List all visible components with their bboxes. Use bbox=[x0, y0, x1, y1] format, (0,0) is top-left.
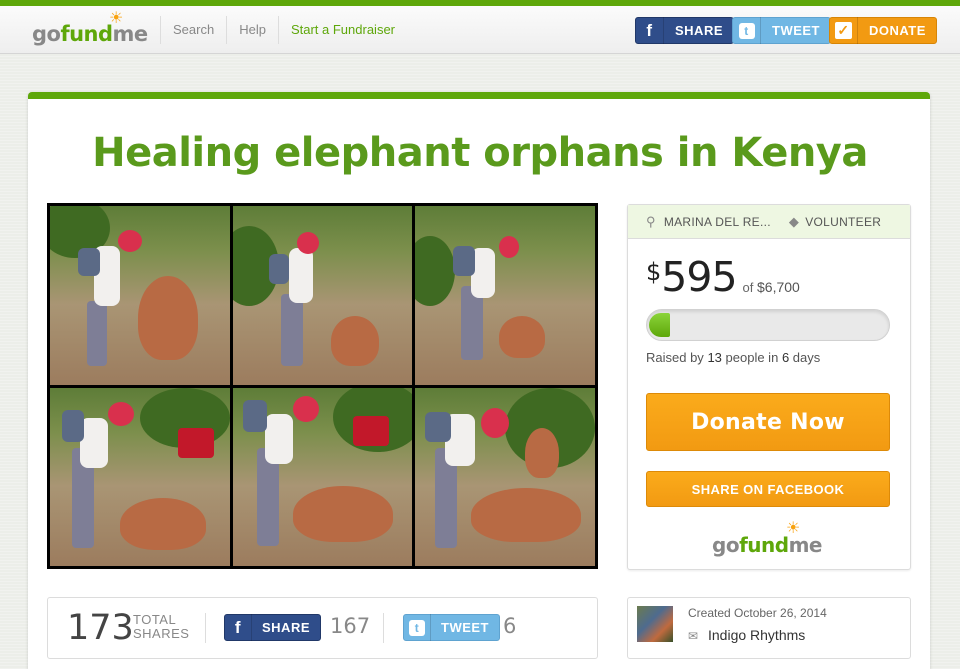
total-shares-label: TOTAL SHARES bbox=[133, 612, 190, 641]
avatar[interactable] bbox=[637, 606, 673, 642]
divider bbox=[383, 613, 384, 643]
location-pin-icon: ⚲ bbox=[646, 213, 656, 229]
donate-now-button[interactable]: Donate Now bbox=[646, 393, 890, 451]
facebook-share-count: 167 bbox=[330, 614, 371, 638]
progress-bar bbox=[646, 309, 890, 341]
tweet-count: 6 bbox=[503, 614, 517, 638]
campaign-photo-collage[interactable] bbox=[47, 203, 598, 569]
nav-start-fundraiser-link[interactable]: Start a Fundraiser bbox=[277, 16, 407, 44]
facebook-icon: f bbox=[225, 614, 252, 641]
campaign-meta-bar: ⚲ MARINA DEL RE... ◆ VOLUNTEER bbox=[628, 205, 910, 239]
campaign-location[interactable]: MARINA DEL RE... bbox=[664, 215, 771, 229]
gofundme-logo[interactable]: gofundme ☀ bbox=[32, 10, 148, 47]
amount-raised: $ 595 of $6,700 bbox=[646, 255, 800, 299]
checkmark-icon: ✓ bbox=[830, 17, 858, 44]
photo-cell bbox=[415, 387, 595, 566]
twitter-icon: t bbox=[404, 614, 431, 641]
created-date: Created October 26, 2014 bbox=[688, 606, 827, 620]
progress-fill bbox=[649, 313, 670, 337]
photo-cell bbox=[232, 206, 413, 385]
goal-text: of $6,700 bbox=[742, 279, 800, 295]
header-tweet-button[interactable]: t TWEET bbox=[732, 17, 831, 44]
photo-cell bbox=[415, 206, 595, 385]
tweet-button[interactable]: t TWEET bbox=[403, 614, 500, 641]
photo-cell bbox=[50, 387, 230, 566]
share-facebook-button[interactable]: f SHARE bbox=[224, 614, 322, 641]
header-share-button[interactable]: f SHARE bbox=[635, 17, 735, 44]
photo-cell bbox=[50, 206, 230, 385]
photo-cell bbox=[232, 387, 413, 566]
mail-icon[interactable]: ✉ bbox=[688, 629, 698, 643]
total-shares-count: 173 bbox=[67, 608, 134, 648]
nav-links: Search Help Start a Fundraiser bbox=[160, 12, 407, 48]
nav-help-link[interactable]: Help bbox=[226, 16, 278, 44]
sun-icon: ☀ bbox=[786, 518, 800, 537]
campaign-title: Healing elephant orphans in Kenya bbox=[92, 130, 868, 176]
divider bbox=[205, 613, 206, 643]
facebook-icon: f bbox=[636, 17, 664, 44]
raised-value: 595 bbox=[661, 253, 737, 301]
sun-icon: ☀ bbox=[109, 8, 123, 27]
twitter-icon: t bbox=[733, 17, 761, 44]
creator-name[interactable]: Indigo Rhythms bbox=[708, 627, 805, 643]
share-on-facebook-button[interactable]: SHARE ON FACEBOOK bbox=[646, 471, 890, 507]
header-donate-button[interactable]: ✓ DONATE bbox=[829, 17, 937, 44]
currency-symbol: $ bbox=[646, 258, 662, 286]
nav-search-link[interactable]: Search bbox=[160, 16, 226, 44]
campaign-category[interactable]: VOLUNTEER bbox=[805, 215, 881, 229]
top-navbar: gofundme ☀ Search Help Start a Fundraise… bbox=[0, 6, 960, 54]
tag-icon: ◆ bbox=[788, 213, 800, 229]
raised-by-text: Raised by 13 people in 6 days bbox=[646, 350, 821, 365]
gofundme-panel-logo: gofundme ☀ bbox=[712, 518, 822, 558]
